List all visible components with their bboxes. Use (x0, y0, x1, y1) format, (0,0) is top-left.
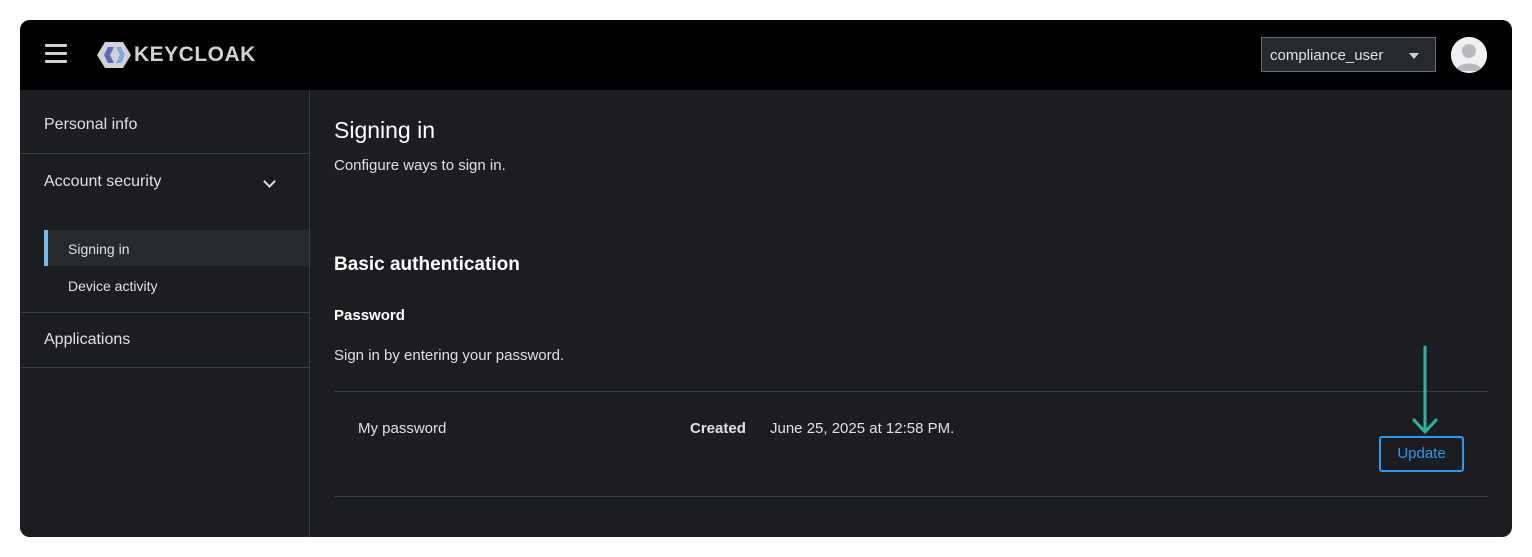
sidebar-item-personal-info[interactable]: Personal info (20, 116, 309, 140)
update-password-button[interactable]: Update (1379, 436, 1464, 472)
keycloak-logo[interactable]: KEYCLOAK (96, 40, 256, 70)
sidebar-item-label: Device activity (68, 278, 158, 294)
user-dropdown[interactable]: compliance_user (1261, 37, 1436, 72)
app-window: KEYCLOAK compliance_user Personal info A… (20, 20, 1512, 537)
sidebar-item-label: Personal info (44, 116, 138, 133)
user-dropdown-value: compliance_user (1270, 47, 1384, 64)
sidebar-item-label: Signing in (68, 241, 130, 257)
active-indicator (44, 230, 48, 266)
sidebar: Personal info Account security Signing i… (20, 90, 310, 537)
divider (334, 391, 1488, 392)
caret-down-icon (1409, 53, 1419, 59)
main-content: Signing in Configure ways to sign in. Ba… (310, 90, 1512, 537)
keycloak-logo-icon (97, 42, 131, 68)
sidebar-item-applications[interactable]: Applications (20, 331, 309, 355)
page-subtitle: Configure ways to sign in. (334, 157, 506, 174)
credential-help-text: Sign in by entering your password. (334, 347, 565, 364)
annotation-arrow-icon (1412, 345, 1438, 434)
divider (334, 496, 1488, 497)
chevron-down-icon (263, 175, 276, 188)
sidebar-group-account-security[interactable]: Account security (20, 173, 309, 197)
credential-type-title: Password (334, 307, 405, 324)
masthead: KEYCLOAK compliance_user (20, 20, 1512, 90)
menu-toggle-icon[interactable] (45, 44, 67, 64)
created-label: Created (690, 420, 746, 437)
divider (20, 367, 309, 368)
sidebar-item-label: Account security (44, 173, 162, 190)
divider (20, 312, 309, 313)
divider (20, 153, 309, 154)
credential-name: My password (358, 420, 447, 437)
sidebar-item-label: Applications (44, 331, 131, 348)
created-value: June 25, 2025 at 12:58 PM. (770, 420, 955, 437)
sidebar-item-device-activity[interactable]: Device activity (44, 267, 309, 303)
brand-name: KEYCLOAK (134, 43, 256, 66)
sidebar-item-signing-in[interactable]: Signing in (44, 230, 309, 266)
user-avatar-icon (1451, 37, 1487, 73)
avatar[interactable] (1451, 37, 1487, 73)
section-title: Basic authentication (334, 254, 520, 275)
page-title: Signing in (334, 117, 436, 143)
